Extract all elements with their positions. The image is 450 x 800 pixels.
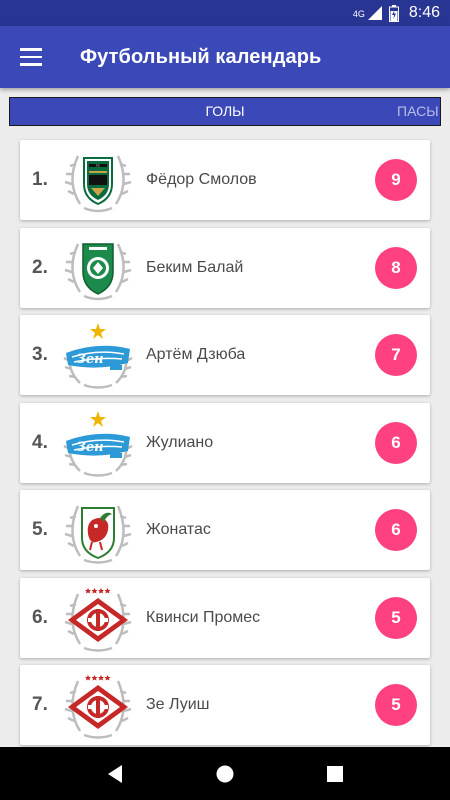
spartak-crest-icon — [64, 587, 132, 652]
status-bar: 4G 8:46 — [0, 0, 450, 26]
rank-number: 4. — [32, 431, 48, 453]
zenit-crest-icon: Зен — [63, 410, 133, 477]
system-nav-bar — [0, 747, 450, 800]
app-title: Футбольный календарь — [80, 45, 322, 68]
list-item[interactable]: 6. Квинси Промес 5 — [20, 577, 430, 658]
list-item[interactable]: 1. FC Фёдор Смолов 9 — [20, 140, 430, 220]
hamburger-menu-icon — [20, 48, 42, 66]
app-bar: Футбольный календарь — [0, 26, 450, 88]
rank-number: 6. — [32, 606, 48, 628]
player-name: Квинси Промес — [146, 608, 261, 626]
rank-number: 7. — [32, 694, 48, 715]
signal-icon — [367, 6, 382, 20]
tab-bar: Голы Пасы — [9, 97, 441, 126]
rank-number: 5. — [32, 519, 48, 540]
back-icon — [108, 764, 122, 783]
list-item[interactable]: 5. Жонатас 6 — [20, 490, 430, 570]
goals-count-badge: 9 — [375, 159, 417, 201]
player-name: Жулиано — [146, 433, 214, 451]
network-type: 4G — [352, 9, 365, 19]
svg-text:Зен: Зен — [76, 440, 103, 455]
list-item[interactable]: 3. Зен Артём Дзюба 7 — [20, 315, 430, 395]
spartak-crest-icon — [64, 675, 132, 739]
back-button[interactable] — [95, 754, 135, 794]
svg-text:Зен: Зен — [76, 352, 103, 367]
tab-goals[interactable]: Голы — [170, 98, 280, 125]
zenit-crest-icon: Зен — [63, 323, 133, 389]
goals-count-badge: 5 — [375, 596, 417, 639]
rank-number: 3. — [32, 344, 48, 365]
menu-button[interactable] — [0, 26, 62, 88]
player-name: Фёдор Смолов — [146, 171, 257, 188]
recents-icon — [327, 765, 343, 782]
home-button[interactable] — [205, 754, 245, 794]
goals-count-badge: 5 — [375, 684, 417, 726]
list-item[interactable]: 2. Беким Балай 8 — [20, 227, 430, 308]
list-item[interactable]: 7. Зе Луиш 5 — [20, 665, 430, 745]
recents-button[interactable] — [315, 754, 355, 794]
player-name: Жонатас — [146, 521, 211, 538]
list-item[interactable]: 4. Зен Жулиано 6 — [20, 402, 430, 483]
rubin-crest-icon — [64, 505, 132, 564]
krasnodar-crest-icon: FC — [64, 155, 132, 213]
goals-count-badge: 6 — [375, 509, 417, 551]
player-name: Артём Дзюба — [146, 346, 246, 363]
player-name: Зе Луиш — [146, 696, 210, 713]
tab-assists[interactable]: Пасы — [397, 98, 439, 125]
clock: 8:46 — [408, 4, 440, 21]
rank-number: 1. — [32, 169, 48, 190]
akhmat-crest-icon — [64, 242, 132, 300]
goals-count-badge: 8 — [375, 246, 417, 289]
svg-text:FC: FC — [96, 163, 100, 167]
battery-icon — [388, 4, 399, 22]
rank-number: 2. — [32, 256, 48, 278]
goals-count-badge: 7 — [375, 334, 417, 376]
player-name: Беким Балай — [146, 258, 244, 276]
scorers-list: 1. FC Фёдор Смолов 9 2. Беким Балай 8 3.… — [20, 140, 430, 753]
home-icon — [216, 765, 234, 782]
goals-count-badge: 6 — [375, 421, 417, 464]
